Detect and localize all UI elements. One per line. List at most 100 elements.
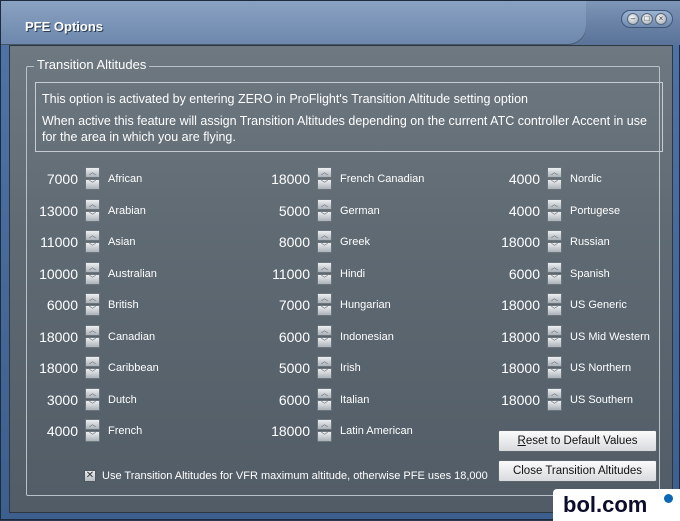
accent-label: Latin American (340, 425, 413, 437)
spin-down-icon[interactable]: ﹀ (85, 274, 100, 285)
altitude-value[interactable]: 18000 (18, 360, 78, 376)
altitude-value[interactable]: 18000 (480, 329, 540, 345)
spin-up-icon[interactable]: ︿ (317, 325, 332, 336)
altitude-spinner: ︿ ﹀ (547, 388, 562, 411)
spin-down-icon[interactable]: ﹀ (317, 337, 332, 348)
altitude-value[interactable]: 6000 (18, 297, 78, 313)
altitude-value[interactable]: 13000 (18, 203, 78, 219)
spin-down-icon[interactable]: ﹀ (317, 400, 332, 411)
spin-down-icon[interactable]: ﹀ (317, 211, 332, 222)
close-icon[interactable]: × (655, 13, 667, 25)
altitude-row: 18000 ︿ ﹀ Latin American (250, 419, 470, 443)
vfr-checkbox[interactable]: ✕ (84, 470, 96, 482)
spin-down-icon[interactable]: ﹀ (317, 274, 332, 285)
altitude-row: 18000 ︿ ﹀ Caribbean (18, 356, 238, 380)
spin-down-icon[interactable]: ﹀ (547, 305, 562, 316)
minimize-icon[interactable]: – (627, 13, 639, 25)
spin-down-icon[interactable]: ﹀ (85, 337, 100, 348)
spin-down-icon[interactable]: ﹀ (547, 337, 562, 348)
spin-down-icon[interactable]: ﹀ (547, 242, 562, 253)
spin-down-icon[interactable]: ﹀ (547, 274, 562, 285)
altitude-spinner: ︿ ﹀ (317, 388, 332, 411)
spin-down-icon[interactable]: ﹀ (85, 400, 100, 411)
spin-up-icon[interactable]: ︿ (547, 230, 562, 241)
spin-down-icon[interactable]: ﹀ (85, 179, 100, 190)
title-bar[interactable]: PFE Options – □ × (1, 1, 680, 45)
altitude-value[interactable]: 3000 (18, 392, 78, 408)
spin-down-icon[interactable]: ﹀ (547, 179, 562, 190)
spin-up-icon[interactable]: ︿ (317, 167, 332, 178)
altitude-value[interactable]: 18000 (480, 234, 540, 250)
spin-up-icon[interactable]: ︿ (547, 388, 562, 399)
spin-up-icon[interactable]: ︿ (547, 293, 562, 304)
altitude-value[interactable]: 18000 (250, 423, 310, 439)
close-transition-altitudes-button[interactable]: Close Transition Altitudes (498, 460, 657, 482)
spin-down-icon[interactable]: ﹀ (85, 368, 100, 379)
spin-up-icon[interactable]: ︿ (85, 199, 100, 210)
altitude-row: 5000 ︿ ﹀ Irish (250, 356, 470, 380)
spin-up-icon[interactable]: ︿ (85, 262, 100, 273)
altitude-value[interactable]: 11000 (18, 234, 78, 250)
spin-up-icon[interactable]: ︿ (547, 356, 562, 367)
altitude-value[interactable]: 18000 (18, 329, 78, 345)
accent-label: British (108, 299, 139, 311)
altitude-value[interactable]: 6000 (250, 392, 310, 408)
altitude-value[interactable]: 10000 (18, 266, 78, 282)
spin-up-icon[interactable]: ︿ (85, 419, 100, 430)
spin-up-icon[interactable]: ︿ (85, 167, 100, 178)
spin-up-icon[interactable]: ︿ (317, 388, 332, 399)
spin-up-icon[interactable]: ︿ (317, 262, 332, 273)
info-box: This option is activated by entering ZER… (35, 82, 663, 152)
spin-down-icon[interactable]: ﹀ (317, 431, 332, 442)
altitude-value[interactable]: 4000 (18, 423, 78, 439)
spin-down-icon[interactable]: ﹀ (317, 305, 332, 316)
reset-defaults-button[interactable]: Reset to Default Values (498, 430, 657, 452)
spin-up-icon[interactable]: ︿ (85, 356, 100, 367)
spin-up-icon[interactable]: ︿ (317, 419, 332, 430)
spin-down-icon[interactable]: ﹀ (317, 242, 332, 253)
altitude-value[interactable]: 7000 (18, 171, 78, 187)
altitude-value[interactable]: 6000 (480, 266, 540, 282)
altitude-value[interactable]: 6000 (250, 329, 310, 345)
accent-label: Caribbean (108, 362, 159, 374)
accent-label: Italian (340, 394, 370, 406)
altitude-value[interactable]: 18000 (250, 171, 310, 187)
spin-up-icon[interactable]: ︿ (317, 356, 332, 367)
spin-up-icon[interactable]: ︿ (85, 230, 100, 241)
spin-up-icon[interactable]: ︿ (547, 325, 562, 336)
spin-down-icon[interactable]: ﹀ (85, 211, 100, 222)
altitude-spinner: ︿ ﹀ (547, 230, 562, 253)
spin-up-icon[interactable]: ︿ (317, 230, 332, 241)
spin-up-icon[interactable]: ︿ (85, 388, 100, 399)
window-controls: – □ × (621, 10, 673, 28)
spin-down-icon[interactable]: ﹀ (547, 211, 562, 222)
altitude-row: 4000 ︿ ﹀ French (18, 419, 238, 443)
altitude-value[interactable]: 4000 (480, 203, 540, 219)
altitude-value[interactable]: 7000 (250, 297, 310, 313)
spin-down-icon[interactable]: ﹀ (85, 431, 100, 442)
altitude-value[interactable]: 18000 (480, 360, 540, 376)
altitude-value[interactable]: 5000 (250, 360, 310, 376)
spin-up-icon[interactable]: ︿ (547, 262, 562, 273)
spin-down-icon[interactable]: ﹀ (85, 305, 100, 316)
altitude-value[interactable]: 18000 (480, 297, 540, 313)
spin-up-icon[interactable]: ︿ (85, 325, 100, 336)
altitude-value[interactable]: 8000 (250, 234, 310, 250)
spin-down-icon[interactable]: ﹀ (317, 368, 332, 379)
spin-up-icon[interactable]: ︿ (547, 167, 562, 178)
altitude-value[interactable]: 18000 (480, 392, 540, 408)
spin-down-icon[interactable]: ﹀ (317, 179, 332, 190)
spin-down-icon[interactable]: ﹀ (547, 368, 562, 379)
spin-down-icon[interactable]: ﹀ (547, 400, 562, 411)
spin-up-icon[interactable]: ︿ (547, 199, 562, 210)
altitude-value[interactable]: 4000 (480, 171, 540, 187)
altitude-row: 8000 ︿ ﹀ Greek (250, 230, 470, 254)
altitude-value[interactable]: 5000 (250, 203, 310, 219)
spin-up-icon[interactable]: ︿ (85, 293, 100, 304)
altitude-value[interactable]: 11000 (250, 266, 310, 282)
spin-up-icon[interactable]: ︿ (317, 293, 332, 304)
accent-label: Arabian (108, 205, 146, 217)
spin-up-icon[interactable]: ︿ (317, 199, 332, 210)
spin-down-icon[interactable]: ﹀ (85, 242, 100, 253)
maximize-icon[interactable]: □ (641, 13, 653, 25)
